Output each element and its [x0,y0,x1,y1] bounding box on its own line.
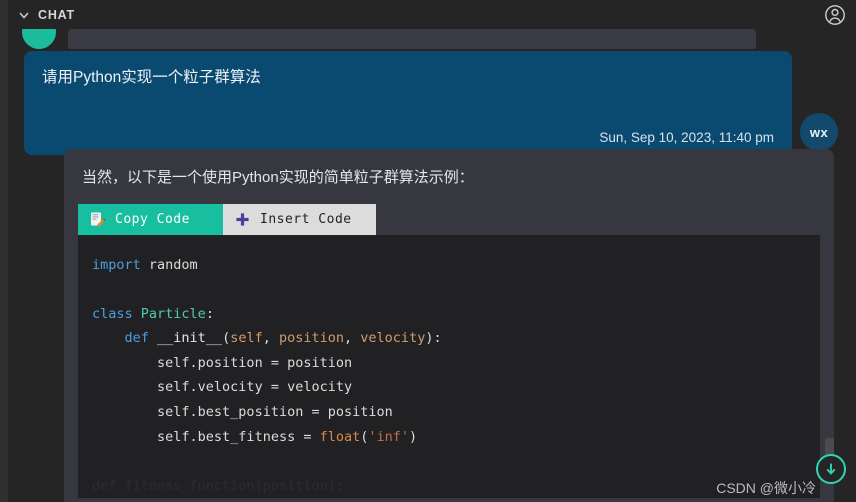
user-avatar: wx [800,113,838,151]
assistant-message-row: 当然，以下是一个使用Python实现的简单粒子群算法示例： Copy Code … [24,149,848,502]
scroll-to-bottom-button[interactable] [816,454,846,484]
insert-code-button[interactable]: Insert Code [223,203,376,235]
code-content: import random class Particle: def __init… [92,256,442,494]
panel-title: CHAT [38,7,75,22]
user-message-bubble[interactable]: 请用Python实现一个粒子群算法 Sun, Sep 10, 2023, 11:… [24,51,792,155]
insert-code-label: Insert Code [260,211,352,227]
chat-window: CHAT 请用Python实现一个粒子群算法 Sun, Sep 10, 2023… [0,0,856,502]
previous-message-partial [22,29,756,49]
chat-scroll-area[interactable]: 请用Python实现一个粒子群算法 Sun, Sep 10, 2023, 11:… [8,29,856,502]
user-message-text: 请用Python实现一个粒子群算法 [42,69,261,86]
activity-bar-strip [0,0,8,502]
chevron-down-icon[interactable] [16,7,32,23]
assistant-message-bubble: 当然，以下是一个使用Python实现的简单粒子群算法示例： Copy Code … [64,149,834,502]
assistant-message-text: 当然，以下是一个使用Python实现的简单粒子群算法示例： [82,169,474,186]
plus-icon [233,210,251,228]
chat-panel-titlebar: CHAT [8,0,856,29]
copy-code-button[interactable]: Copy Code [78,203,223,235]
account-circle-icon[interactable] [822,2,848,28]
user-message-row: 请用Python实现一个粒子群算法 Sun, Sep 10, 2023, 11:… [24,51,848,155]
copy-code-document-pencil-icon [88,210,106,228]
code-action-bar: Copy Code Insert Code [78,203,376,235]
arrow-down-circle-icon [823,461,839,477]
copy-code-label: Copy Code [115,211,190,227]
user-message-timestamp: Sun, Sep 10, 2023, 11:40 pm [599,130,774,145]
code-block[interactable]: import random class Particle: def __init… [78,234,820,499]
previous-message-bubble [68,29,756,49]
assistant-avatar [22,29,56,49]
